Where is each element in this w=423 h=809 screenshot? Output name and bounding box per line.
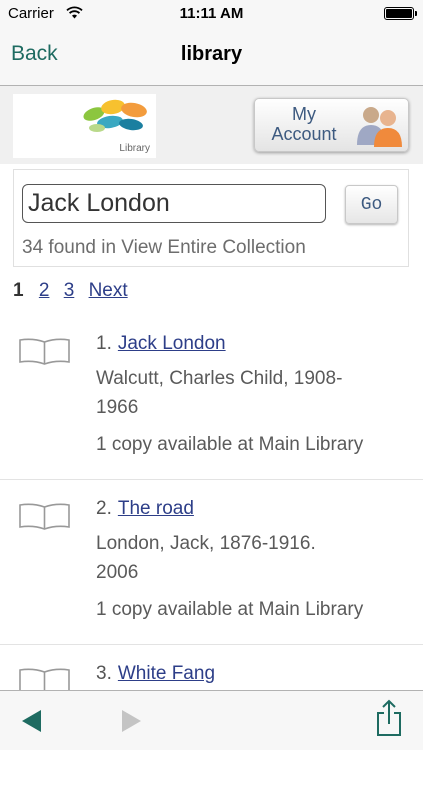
page-title: library <box>180 43 243 65</box>
library-logo: Library <box>13 94 156 158</box>
logo-library-text: Library <box>119 143 150 154</box>
next-page-link[interactable]: Next <box>89 280 128 301</box>
page-link-2[interactable]: 2 <box>39 280 50 301</box>
current-page: 1 <box>13 280 24 301</box>
result-title-line: 1. Jack London <box>96 333 226 354</box>
result-availability: 1 copy available at Main Library <box>96 434 364 455</box>
search-panel: Go 34 found in View Entire Collection <box>13 169 409 267</box>
page-link-3[interactable]: 3 <box>64 280 75 301</box>
result-title-line: 3. White Fang <box>96 663 216 684</box>
search-input[interactable] <box>22 184 326 223</box>
navigation-bar: Back library <box>0 28 423 86</box>
result-title-link[interactable]: White Fang <box>118 663 215 684</box>
result-author: London, Jack, 1876-1916. 2006 <box>96 533 316 583</box>
pagination: 1 2 3 Next <box>13 280 137 302</box>
clock: 11:11 AM <box>179 5 244 22</box>
header-band: Library My Account <box>0 86 423 164</box>
go-button[interactable]: Go <box>345 185 398 224</box>
book-icon <box>19 503 70 530</box>
share-icon[interactable] <box>376 699 402 737</box>
back-arrow-icon[interactable] <box>20 709 42 733</box>
result-title-link[interactable]: The road <box>118 498 194 519</box>
my-account-button[interactable]: My Account <box>254 98 409 152</box>
result-title-link[interactable]: Jack London <box>118 333 226 354</box>
result-author: Walcutt, Charles Child, 1908- 1966 <box>96 368 343 418</box>
my-account-label: My Account <box>271 104 337 144</box>
list-item[interactable]: 1. Jack London Walcutt, Charles Child, 19… <box>0 315 423 480</box>
list-item[interactable]: 2. The road London, Jack, 1876-1916. 2006… <box>0 480 423 645</box>
status-bar: Carrier 11:11 AM <box>0 0 423 28</box>
person-icon <box>357 107 402 147</box>
forward-arrow-icon[interactable] <box>121 709 143 733</box>
result-availability: 1 copy available at Main Library <box>96 599 364 620</box>
bottom-toolbar <box>0 690 423 750</box>
battery-icon <box>384 7 417 20</box>
book-icon <box>19 338 70 365</box>
result-count: 34 found in View Entire Collection <box>22 237 306 258</box>
result-title-line: 2. The road <box>96 498 194 519</box>
